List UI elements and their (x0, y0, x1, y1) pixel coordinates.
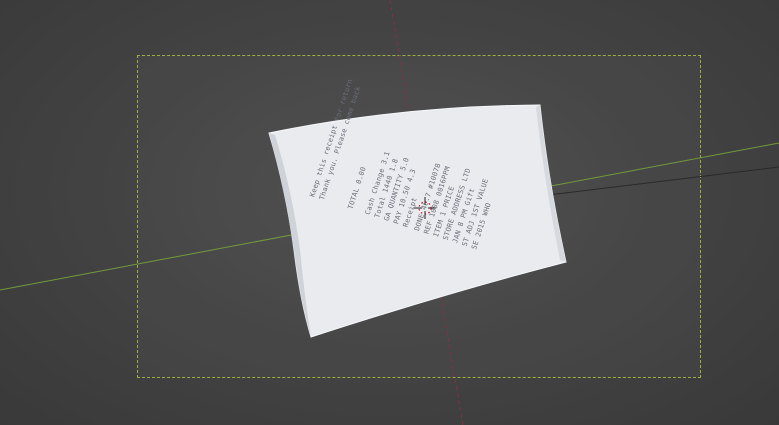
scene-svg: SE 2015 WHO ST ADJ 1ST VALUE JAN 8 PM Gi… (0, 0, 779, 425)
receipt-mesh[interactable]: SE 2015 WHO ST ADJ 1ST VALUE JAN 8 PM Gi… (268, 78, 567, 338)
3d-viewport[interactable]: SE 2015 WHO ST ADJ 1ST VALUE JAN 8 PM Gi… (0, 0, 779, 425)
